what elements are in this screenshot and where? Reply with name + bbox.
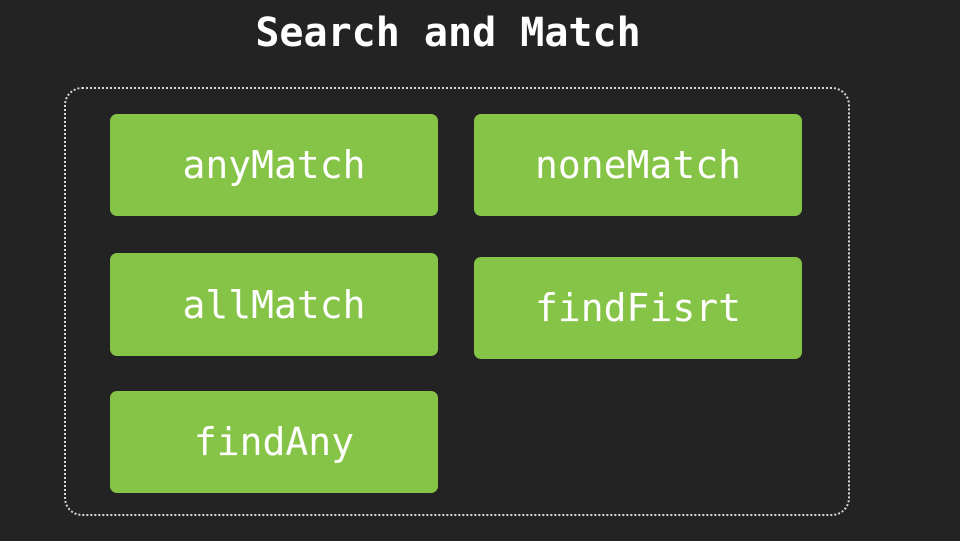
method-tile-findany: findAny — [110, 391, 438, 493]
method-tile-findfirst: findFisrt — [474, 257, 802, 359]
method-tile-anymatch: anyMatch — [110, 114, 438, 216]
method-tile-nonematch: noneMatch — [474, 114, 802, 216]
method-tile-allmatch: allMatch — [110, 253, 438, 356]
slide-title: Search and Match — [255, 10, 641, 56]
